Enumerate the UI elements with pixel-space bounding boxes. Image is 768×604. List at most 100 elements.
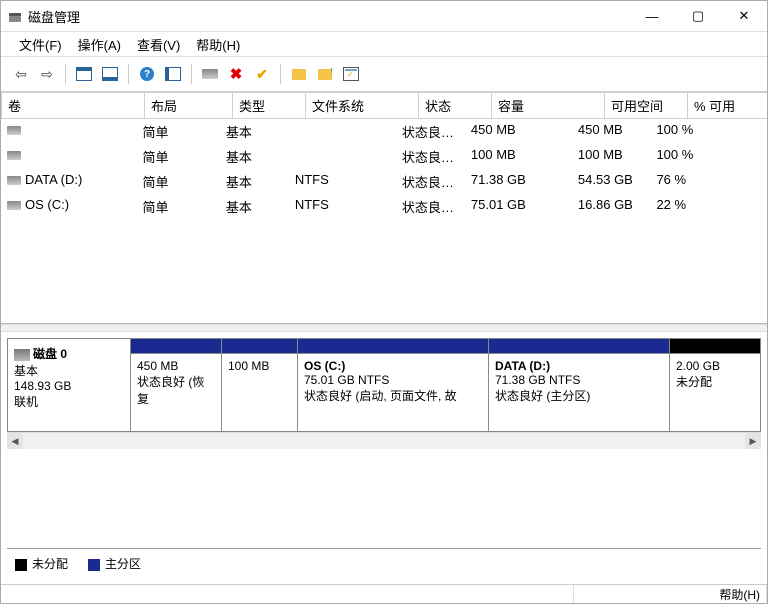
col-type[interactable]: 类型 [233,93,306,119]
menu-action[interactable]: 操作(A) [70,33,129,56]
scroll-right-button[interactable]: ▶ [745,433,761,449]
volume-list: 卷 布局 类型 文件系统 状态 容量 可用空间 % 可用 简单基本状态良好 (…… [1,92,767,324]
cell: 22 % [650,196,767,217]
col-status[interactable]: 状态 [419,93,492,119]
partition[interactable]: DATA (D:)71.38 GB NTFS状态良好 (主分区) [489,339,670,431]
panel-bottom-button[interactable] [98,62,122,86]
legend-navy-box [88,559,100,571]
legend-unallocated: 未分配 [15,555,68,572]
close-icon: ✕ [739,8,750,24]
folder-up-button[interactable] [313,62,337,86]
properties-button[interactable] [339,62,363,86]
cell: 简单 [137,121,220,142]
scroll-left-button[interactable]: ◀ [7,433,23,449]
partition-info: OS (C:)75.01 GB NTFS状态良好 (启动, 页面文件, 故 [298,353,488,431]
panel-top-button[interactable] [72,62,96,86]
partition-info: 2.00 GB未分配 [670,353,760,431]
status-bar: 帮助(H) [1,584,767,603]
cell: 100 MB [572,146,651,167]
cell [1,146,137,167]
apply-button[interactable]: ✔ [250,62,274,86]
partition-status: 状态良好 (启动, 页面文件, 故 [304,387,482,404]
folder-button[interactable] [287,62,311,86]
maximize-icon: ▢ [692,8,704,24]
partition[interactable]: 100 MB [222,339,298,431]
table-row[interactable]: DATA (D:)简单基本NTFS状态良好 (…71.38 GB54.53 GB… [1,169,767,194]
menu-view[interactable]: 查看(V) [129,33,188,56]
minimize-icon: — [646,9,659,24]
partition-info: DATA (D:)71.38 GB NTFS状态良好 (主分区) [489,353,669,431]
partition[interactable]: 450 MB状态良好 (恢复 [131,339,222,431]
cell: 基本 [220,146,289,167]
cell: 简单 [137,146,220,167]
panel-bottom-icon [102,67,118,81]
refresh-button[interactable] [198,62,222,86]
disk-state: 联机 [14,393,124,410]
table-row[interactable]: 简单基本状态良好 (…100 MB100 MB100 % [1,144,767,169]
cell: 450 MB [465,121,572,142]
cell [1,121,137,142]
partition-size: 71.38 GB NTFS [495,373,663,387]
close-button[interactable]: ✕ [721,1,767,31]
partition-size: 2.00 GB [676,359,754,373]
help-icon: ? [140,67,154,81]
minimize-button[interactable]: — [629,1,675,31]
cell: 基本 [220,196,289,217]
toolbar-separator [191,64,192,84]
disk-label[interactable]: 磁盘 0 基本 148.93 GB 联机 [8,339,131,431]
col-layout[interactable]: 布局 [145,93,233,119]
menubar: 文件(F) 操作(A) 查看(V) 帮助(H) [1,32,767,57]
splitter[interactable] [1,324,767,332]
col-filesystem[interactable]: 文件系统 [306,93,419,119]
titlebar[interactable]: 磁盘管理 — ▢ ✕ [1,1,767,32]
cell: 状态良好 (… [396,121,465,142]
back-button[interactable]: ⇦ [9,62,33,86]
col-free[interactable]: 可用空间 [605,93,688,119]
maximize-button[interactable]: ▢ [675,1,721,31]
x-icon: ✖ [230,65,243,83]
delete-button[interactable]: ✖ [224,62,248,86]
partition[interactable]: 2.00 GB未分配 [670,339,760,431]
check-icon: ✔ [256,66,268,83]
panel-split-button[interactable] [161,62,185,86]
partition[interactable]: OS (C:)75.01 GB NTFS状态良好 (启动, 页面文件, 故 [298,339,489,431]
menu-file[interactable]: 文件(F) [11,33,70,56]
col-percent[interactable]: % 可用 [688,93,768,119]
cell: 54.53 GB [572,171,651,192]
col-volume[interactable]: 卷 [2,93,145,119]
help-button[interactable]: ? [135,62,159,86]
panel-split-icon [165,67,181,81]
cell: 71.38 GB [465,171,572,192]
cell: DATA (D:) [1,171,137,192]
app-icon [7,8,23,24]
disk-type: 基本 [14,362,124,379]
cell: 450 MB [572,121,651,142]
properties-icon [343,67,359,81]
partition-status: 状态良好 (恢复 [137,373,215,407]
cell: 100 % [650,146,767,167]
table-row[interactable]: OS (C:)简单基本NTFS状态良好 (…75.01 GB16.86 GB22… [1,194,767,219]
cell: NTFS [289,196,396,217]
horizontal-scrollbar[interactable]: ◀ ▶ [7,432,761,449]
menu-help[interactable]: 帮助(H) [188,33,248,56]
scroll-track[interactable] [23,433,745,449]
disk-mini-icon [202,69,218,79]
cell: 基本 [220,121,289,142]
window-title: 磁盘管理 [28,7,80,26]
partition-bar [131,339,221,353]
partition-status: 未分配 [676,373,754,390]
cell: 75.01 GB [465,196,572,217]
toolbar-separator [65,64,66,84]
arrow-right-icon: ⇨ [41,66,53,83]
disk-row: 磁盘 0 基本 148.93 GB 联机 450 MB状态良好 (恢复100 M… [7,338,761,432]
forward-button[interactable]: ⇨ [35,62,59,86]
toolbar: ⇦ ⇨ ? ✖ ✔ [1,57,767,92]
partition-name: OS (C:) [304,359,482,373]
cell: 状态良好 (… [396,146,465,167]
partition-bar [670,339,760,353]
table-row[interactable]: 简单基本状态良好 (…450 MB450 MB100 % [1,119,767,144]
cell: OS (C:) [1,196,137,217]
legend-black-box [15,559,27,571]
cell: 状态良好 (… [396,196,465,217]
col-capacity[interactable]: 容量 [492,93,605,119]
